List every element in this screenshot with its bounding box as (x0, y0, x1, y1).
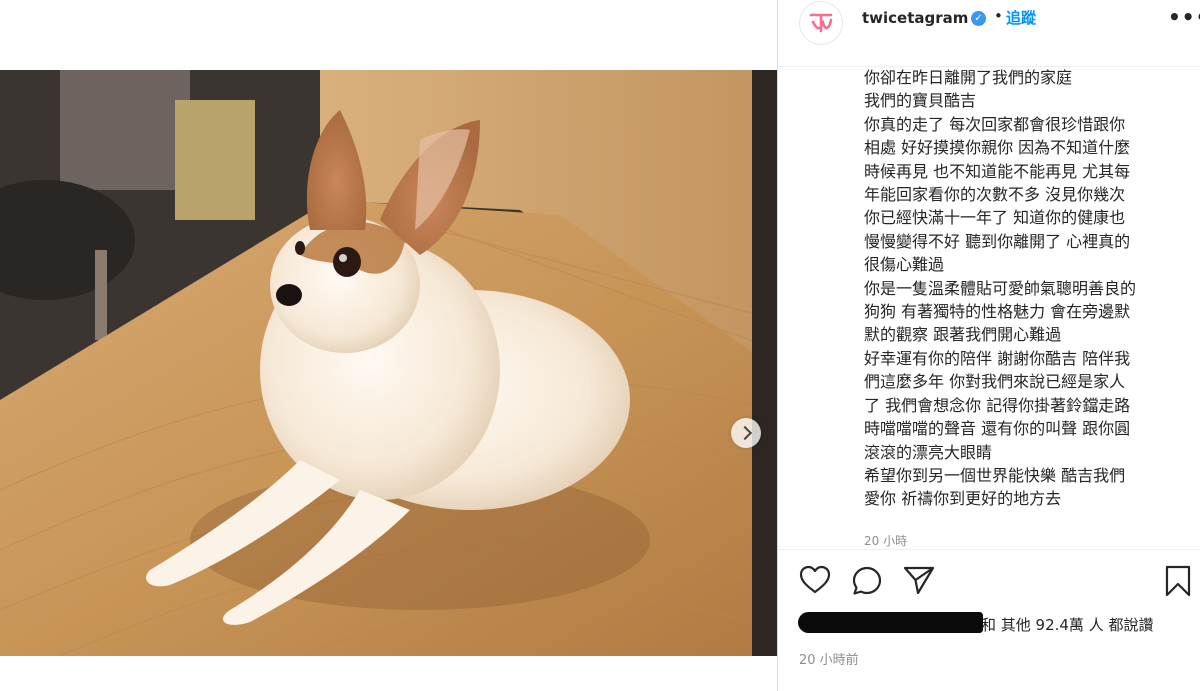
caption-line: 希望你到另一個世界能快樂 酷吉我們 (864, 465, 1126, 485)
follow-button[interactable]: 追蹤 (1006, 7, 1036, 28)
caption-line: 相處 好好摸摸你親你 因為不知道什麼 (864, 138, 1131, 158)
chevron-right-icon (737, 425, 752, 441)
dog-photo (0, 70, 777, 656)
likes-row[interactable]: 和 其他 92.4萬 人 都說讚 (798, 612, 1198, 636)
likes-count-text: 和 其他 92.4萬 人 都說讚 (981, 616, 1154, 634)
post-panel: twicetagram ✓ • 追蹤 ••• 你卻在昨日離開了我們的家庭我們的寶… (777, 0, 1200, 691)
paper-plane-icon[interactable] (903, 565, 935, 599)
caption-line: 時候再見 也不知道能不能再見 尤其每 (864, 161, 1131, 181)
caption-line: 好幸運有你的陪伴 謝謝你酷吉 陪伴我 (864, 348, 1131, 368)
more-options-icon[interactable]: ••• (1168, 5, 1200, 29)
caption-area[interactable]: 你卻在昨日離開了我們的家庭 我們的寶貝酷吉你真的走了 每次回家都會很珍惜跟你 相處 … (778, 66, 1200, 548)
next-image-button[interactable] (731, 418, 761, 448)
caption-line: 你已經快滿十一年了 知道你的健康也 (864, 208, 1126, 228)
action-bar (778, 560, 1200, 604)
caption-line: 年能回家看你的次數不多 沒見你幾次 (864, 185, 1126, 205)
caption-line: 很傷心難過 (864, 255, 945, 275)
caption-text: 你卻在昨日離開了我們的家庭 我們的寶貝酷吉你真的走了 每次回家都會很珍惜跟你 相處 … (864, 66, 1182, 511)
caption-line: 我們的寶貝酷吉 (864, 91, 977, 111)
media-bottom-margin (0, 656, 777, 691)
caption-line: 默的觀察 跟著我們開心難過 (864, 325, 1062, 345)
separator-dot: • (994, 7, 1003, 25)
media-top-margin (0, 0, 777, 70)
caption-line: 你卻在昨日離開了我們的家庭 (864, 68, 1073, 87)
caption-line: 你是一隻溫柔體貼可愛帥氣聰明善良的 (864, 278, 1137, 298)
caption-line: 們這麼多年 你對我們來說已經是家人 (864, 372, 1126, 392)
caption-timestamp: 20 小時 (864, 534, 908, 548)
twice-logo-icon (801, 3, 841, 43)
post-header: twicetagram ✓ • 追蹤 ••• (778, 0, 1200, 67)
heart-icon[interactable] (799, 565, 831, 599)
verified-badge-icon: ✓ (971, 11, 986, 26)
caption-line: 你真的走了 每次回家都會很珍惜跟你 (864, 114, 1126, 134)
divider (778, 549, 1200, 550)
caption-line: 慢慢變得不好 聽到你離開了 心裡真的 (864, 231, 1131, 251)
caption-line: 時噹噹噹的聲音 還有你的叫聲 跟你圓 (864, 419, 1131, 439)
post-image[interactable] (0, 70, 777, 656)
redacted-liker-name (798, 612, 983, 633)
bookmark-icon[interactable] (1164, 565, 1192, 601)
caption-line: 愛你 祈禱你到更好的地方去 (864, 489, 1062, 509)
caption-line: 了 我們會想念你 記得你掛著鈴鐺走路 (864, 395, 1131, 415)
caption-line: 狗狗 有著獨特的性格魅力 會在旁邊默 (864, 302, 1131, 322)
post-timestamp: 20 小時前 (799, 653, 859, 668)
username[interactable]: twicetagram (862, 9, 968, 27)
caption-line: 滾滾的漂亮大眼睛 (864, 442, 993, 462)
avatar[interactable] (799, 1, 843, 45)
comment-icon[interactable] (851, 565, 883, 601)
